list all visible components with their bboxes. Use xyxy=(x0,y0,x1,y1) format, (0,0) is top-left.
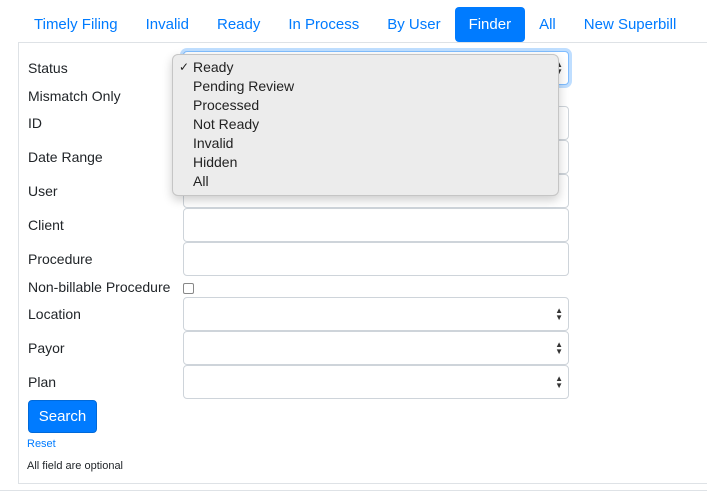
status-option-invalid[interactable]: Invalid xyxy=(173,134,558,153)
optional-note: All field are optional xyxy=(27,460,124,472)
select-arrows-icon: ▲ ▼ xyxy=(555,340,563,356)
non-billable-procedure-label: Non-billable Procedure xyxy=(28,279,171,295)
location-label: Location xyxy=(28,306,81,322)
status-option-hidden[interactable]: Hidden xyxy=(173,153,558,172)
nav-tabs: Timely Filing Invalid Ready In Process B… xyxy=(20,7,690,42)
mismatch-only-label: Mismatch Only xyxy=(28,88,121,104)
status-option-pending-review[interactable]: Pending Review xyxy=(173,77,558,96)
user-label: User xyxy=(28,183,58,199)
tab-new-superbill[interactable]: New Superbill xyxy=(570,7,691,42)
search-button[interactable]: Search xyxy=(28,400,97,433)
status-label: Status xyxy=(28,60,68,76)
tab-finder[interactable]: Finder xyxy=(454,7,526,42)
option-label: Pending Review xyxy=(193,78,295,94)
option-label: Ready xyxy=(193,59,234,75)
date-range-label: Date Range xyxy=(28,149,103,165)
payor-select[interactable]: ▲ ▼ xyxy=(183,331,569,365)
client-field[interactable] xyxy=(183,208,569,242)
tab-in-process[interactable]: In Process xyxy=(274,7,373,42)
option-label: Invalid xyxy=(193,135,234,151)
status-option-ready[interactable]: ✓ Ready xyxy=(173,58,558,77)
status-option-all[interactable]: All xyxy=(173,172,558,191)
non-billable-checkbox[interactable] xyxy=(183,283,194,294)
procedure-field[interactable] xyxy=(183,242,569,276)
tab-timely-filing[interactable]: Timely Filing xyxy=(20,7,132,42)
payor-label: Payor xyxy=(28,340,65,356)
procedure-label: Procedure xyxy=(28,251,93,267)
option-label: Hidden xyxy=(193,154,238,170)
plan-label: Plan xyxy=(28,374,57,390)
select-arrows-icon: ▲ ▼ xyxy=(555,306,563,322)
checkmark-icon: ✓ xyxy=(179,60,190,74)
option-label: All xyxy=(193,173,209,189)
plan-select[interactable]: ▲ ▼ xyxy=(183,365,569,399)
client-label: Client xyxy=(28,217,64,233)
status-dropdown-menu: ✓ Ready Pending Review Processed Not Rea… xyxy=(172,54,559,196)
location-select[interactable]: ▲ ▼ xyxy=(183,297,569,331)
tab-ready[interactable]: Ready xyxy=(203,7,274,42)
status-option-not-ready[interactable]: Not Ready xyxy=(173,115,558,134)
status-option-processed[interactable]: Processed xyxy=(173,96,558,115)
select-arrows-icon: ▲ ▼ xyxy=(555,374,563,390)
reset-link[interactable]: Reset xyxy=(27,438,56,450)
option-label: Processed xyxy=(193,97,260,113)
tab-all[interactable]: All xyxy=(525,7,570,42)
option-label: Not Ready xyxy=(193,116,260,132)
divider xyxy=(0,490,707,491)
tab-invalid[interactable]: Invalid xyxy=(132,7,203,42)
id-label: ID xyxy=(28,115,42,131)
tab-by-user[interactable]: By User xyxy=(373,7,454,42)
